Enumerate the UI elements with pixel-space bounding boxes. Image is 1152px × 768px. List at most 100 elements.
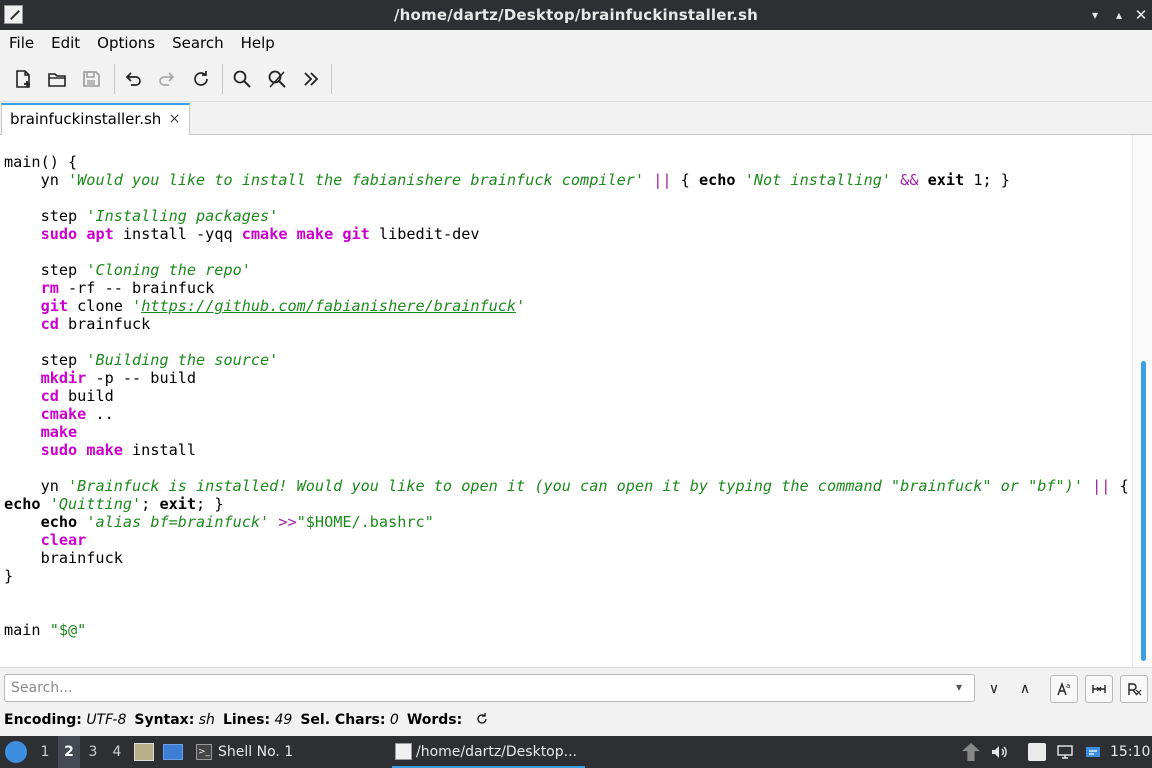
redo-button[interactable] [152,64,182,94]
window-titlebar[interactable]: /home/dartz/Desktop/brainfuckinstaller.s… [0,0,1152,30]
menu-edit[interactable]: Edit [42,30,88,52]
save-icon [83,71,100,87]
whole-word-icon [1092,685,1106,693]
minimize-icon[interactable]: ▾ [1086,6,1104,24]
code-line[interactable] [4,603,1129,621]
code-text[interactable]: main() { yn 'Would you like to install t… [4,153,1129,639]
menu-file[interactable]: File [0,30,42,52]
toolbar-separator [222,64,223,94]
task-editor[interactable]: /home/dartz/Desktop... [392,736,585,768]
go-to-line-button[interactable] [296,64,326,94]
search-icon [233,70,251,88]
menu-options[interactable]: Options [88,30,163,52]
whole-word-button[interactable] [1085,675,1113,703]
code-line[interactable] [4,459,1129,477]
clock[interactable]: 15:10 [1110,736,1150,768]
code-line[interactable]: main "$@" [4,621,1129,639]
notifications-icon[interactable] [1084,743,1102,761]
save-button[interactable] [76,64,106,94]
workspace-2[interactable]: 2 [58,736,80,768]
undo-button[interactable] [118,64,148,94]
code-line[interactable]: make [4,423,1129,441]
show-desktop-icon[interactable] [163,744,183,760]
start-menu-icon[interactable] [5,741,27,763]
encoding-label: Encoding: [4,712,82,728]
editor-scrollbar[interactable] [1132,135,1152,667]
workspace-4[interactable]: 4 [106,736,128,768]
task-shell[interactable]: >_ Shell No. 1 [194,736,293,768]
file-manager-icon[interactable] [134,743,154,761]
svg-text:a: a [1066,682,1070,690]
code-line[interactable]: yn 'Brainfuck is installed! Would you li… [4,477,1129,495]
code-line[interactable]: step 'Building the source' [4,351,1129,369]
sel-chars-label: Sel. Chars: [300,712,386,728]
code-line[interactable]: brainfuck [4,549,1129,567]
toolbar [0,56,1152,102]
workspace-1[interactable]: 1 [34,736,56,768]
regex-icon [1128,683,1142,696]
menu-bar: File Edit Options Search Help [0,30,1152,56]
code-line[interactable]: step 'Cloning the repo' [4,261,1129,279]
code-line[interactable]: cd brainfuck [4,315,1129,333]
close-window-icon[interactable]: ✕ [1132,6,1150,24]
code-line[interactable] [4,585,1129,603]
maximize-icon[interactable]: ▴ [1110,6,1128,24]
code-line[interactable]: } [4,567,1129,585]
menu-help[interactable]: Help [232,30,283,52]
toolbar-separator [114,64,115,94]
status-bar: Encoding: UTF-8 Syntax: sh Lines: 49 Sel. C… [0,707,1152,736]
network-icon[interactable] [1056,743,1074,761]
sel-chars-value: 0 [389,712,399,728]
code-line[interactable]: yn 'Would you like to install the fabian… [4,171,1129,189]
refresh-word-count-icon[interactable] [475,712,489,728]
match-case-button[interactable]: a [1050,675,1078,703]
code-line[interactable]: mkdir -p -- build [4,369,1129,387]
toolbar-separator [331,64,332,94]
code-editor[interactable]: main() { yn 'Would you like to install t… [0,135,1132,667]
code-line[interactable] [4,243,1129,261]
code-line[interactable]: cd build [4,387,1129,405]
open-file-button[interactable] [42,64,72,94]
code-line[interactable]: rm -rf -- brainfuck [4,279,1129,297]
lines-value: 49 [274,712,293,728]
regex-button[interactable] [1120,675,1148,703]
reload-button[interactable] [186,64,216,94]
code-line[interactable]: clear [4,531,1129,549]
tab-label: brainfuckinstaller.sh [10,110,162,128]
code-line[interactable]: echo 'alias bf=brainfuck' >>"$HOME/.bash… [4,513,1129,531]
double-chevron-right-icon [304,72,319,86]
code-line[interactable]: main() { [4,153,1129,171]
menu-search[interactable]: Search [163,30,232,52]
search-input[interactable] [4,674,975,702]
terminal-icon: >_ [196,744,212,760]
updates-icon[interactable] [962,743,980,761]
search-bar: ▾ ∨ ∧ a [0,667,1152,707]
code-line[interactable]: cmake .. [4,405,1129,423]
close-tab-icon[interactable]: × [169,105,181,134]
find-button[interactable] [227,64,257,94]
new-file-button[interactable] [8,64,38,94]
workspace-3[interactable]: 3 [82,736,104,768]
search-history-dropdown-icon[interactable]: ▾ [956,680,962,694]
code-line[interactable]: sudo apt install -yqq cmake make git lib… [4,225,1129,243]
code-line[interactable]: echo 'Quitting'; exit; } [4,495,1129,513]
find-previous-button[interactable]: ∧ [1011,675,1039,703]
code-line[interactable]: step 'Installing packages' [4,207,1129,225]
code-line[interactable]: sudo make install [4,441,1129,459]
replace-button[interactable] [262,64,292,94]
find-replace-icon [268,70,286,88]
clipboard-icon[interactable] [1028,743,1046,761]
find-next-button[interactable]: ∨ [980,675,1008,703]
code-line[interactable]: git clone 'https://github.com/fabianishe… [4,297,1129,315]
scrollbar-thumb[interactable] [1141,361,1146,661]
encoding-value: UTF-8 [86,712,127,728]
code-line[interactable] [4,333,1129,351]
new-file-icon [16,70,30,88]
task-editor-label: /home/dartz/Desktop... [416,744,577,760]
syntax-label: Syntax: [134,712,195,728]
text-editor-icon [395,743,412,760]
tab-brainfuckinstaller[interactable]: brainfuckinstaller.sh × [1,103,191,135]
code-line[interactable] [4,189,1129,207]
volume-icon[interactable] [990,743,1008,761]
syntax-value[interactable]: sh [199,712,215,728]
